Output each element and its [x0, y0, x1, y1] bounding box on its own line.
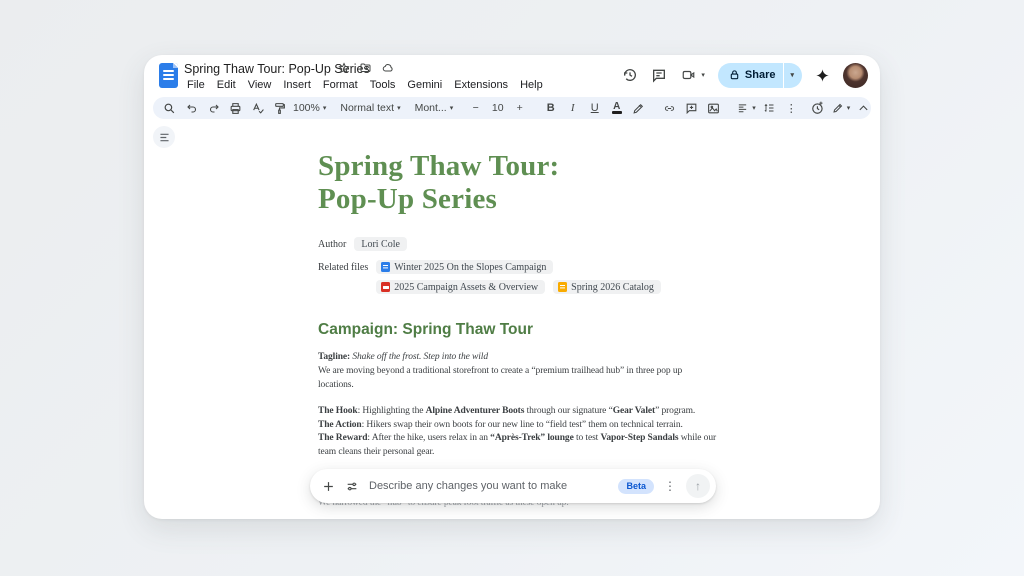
menu-view[interactable]: View [242, 78, 278, 92]
reward-line: The Reward: After the hike, users relax … [318, 432, 720, 459]
gemini-prompt-bar[interactable]: Beta ⋮ ↑ [310, 469, 716, 503]
italic-button[interactable]: I [564, 99, 581, 117]
schedule-clock-plus-icon[interactable] [810, 99, 827, 117]
style-caret-icon: ▾ [397, 104, 401, 112]
editing-mode-caret-icon: ▾ [847, 104, 851, 112]
file-yellow-icon [558, 282, 567, 292]
menu-insert[interactable]: Insert [277, 78, 317, 92]
desktop-background: { "colors": { "accent_blue": "#2b7de9", … [0, 0, 1024, 576]
add-comment-icon[interactable] [683, 99, 700, 117]
related-file-chip[interactable]: 2025 Campaign Assets & Overview [376, 280, 545, 294]
paint-format-icon[interactable] [271, 99, 288, 117]
prompt-add-icon[interactable] [322, 480, 335, 493]
increase-font-size-button[interactable]: + [511, 99, 528, 117]
related-file-name: Winter 2025 On the Slopes Campaign [394, 262, 546, 273]
docs-file-blue-icon [381, 262, 390, 272]
action-line: The Action: Hikers swap their own boots … [318, 419, 720, 433]
intro-paragraph: We are moving beyond a traditional store… [318, 365, 720, 392]
outline-list-icon [159, 133, 170, 142]
tagline-paragraph: Tagline: Shake off the frost. Step into … [318, 351, 720, 365]
align-select[interactable]: ▾ [736, 103, 756, 114]
doc-title-line2: Pop-Up Series [318, 183, 720, 216]
share-dropdown[interactable]: ▾ [783, 63, 802, 88]
align-caret-icon: ▾ [752, 104, 756, 112]
tagline-label: Tagline: [318, 352, 350, 362]
hook-line: The Hook: Highlighting the Alpine Advent… [318, 405, 720, 419]
gemini-sparkle-icon[interactable] [815, 68, 830, 83]
menu-format[interactable]: Format [317, 78, 364, 92]
print-icon[interactable] [227, 99, 244, 117]
star-icon[interactable] [338, 62, 350, 74]
comments-icon[interactable] [651, 67, 667, 83]
google-docs-window: Spring Thaw Tour: Pop-Up Series File Edi… [144, 55, 880, 519]
doc-heading-title: Spring Thaw Tour: Pop-Up Series [318, 150, 720, 216]
related-file-chip[interactable]: Spring 2026 Catalog [553, 280, 661, 294]
prompt-send-button[interactable]: ↑ [686, 474, 710, 498]
font-family-select[interactable]: Mont... ▾ [415, 102, 454, 114]
menu-help[interactable]: Help [514, 78, 549, 92]
line-spacing-icon[interactable] [761, 99, 778, 117]
redo-icon[interactable] [205, 99, 222, 117]
highlight-color-icon[interactable] [630, 99, 647, 117]
decrease-font-size-button[interactable]: − [467, 99, 484, 117]
paragraph-style-select[interactable]: Normal text ▾ [340, 102, 400, 114]
prompt-more-icon[interactable]: ⋮ [664, 479, 676, 493]
zoom-caret-icon: ▾ [323, 104, 327, 112]
insert-link-icon[interactable] [661, 99, 678, 117]
collapse-menus-icon[interactable] [855, 99, 872, 117]
version-history-icon[interactable] [622, 67, 638, 83]
undo-icon[interactable] [183, 99, 200, 117]
underline-button[interactable]: U [586, 99, 603, 117]
font-caret-icon: ▾ [450, 104, 454, 112]
video-call-caret-icon[interactable]: ▾ [701, 71, 705, 79]
file-red-icon [381, 282, 390, 292]
share-button[interactable]: Share ▾ [718, 63, 802, 88]
align-left-icon [736, 103, 749, 114]
tagline-text: Shake off the frost. Step into the wild [350, 352, 488, 362]
toolbar-more-icon[interactable]: ⋮ [783, 99, 800, 117]
editing-mode-select[interactable]: ▾ [832, 102, 851, 114]
text-color-button[interactable]: A [608, 99, 625, 117]
related-file-name: Spring 2026 Catalog [571, 282, 654, 293]
menu-extensions[interactable]: Extensions [448, 78, 514, 92]
font-family-value: Mont... [415, 102, 447, 114]
account-avatar[interactable] [843, 63, 868, 88]
spell-check-icon[interactable] [249, 99, 266, 117]
beta-badge: Beta [618, 479, 654, 494]
document-outline-button[interactable] [153, 126, 175, 148]
share-button-label: Share [745, 69, 776, 81]
menu-bar: File Edit View Insert Format Tools Gemin… [181, 78, 549, 92]
campaign-heading: Campaign: Spring Thaw Tour [318, 321, 720, 339]
hook-action-reward-block: The Hook: Highlighting the Alpine Advent… [318, 405, 720, 459]
menu-edit[interactable]: Edit [211, 78, 242, 92]
formatting-toolbar: 100% ▾ Normal text ▾ Mont... ▾ − 10 + B … [153, 97, 871, 119]
cloud-saved-icon[interactable] [381, 62, 395, 74]
zoom-select[interactable]: 100% ▾ [293, 102, 326, 114]
author-label: Author [318, 237, 346, 250]
related-file-name: 2025 Campaign Assets & Overview [394, 282, 538, 293]
related-files-label: Related files [318, 260, 368, 273]
text-color-glyph: A [613, 102, 620, 111]
zoom-value: 100% [293, 102, 320, 114]
lock-icon [729, 69, 740, 81]
menu-gemini[interactable]: Gemini [401, 78, 448, 92]
menu-file[interactable]: File [181, 78, 211, 92]
font-size-value[interactable]: 10 [489, 99, 506, 117]
prompt-tune-icon[interactable] [345, 480, 359, 493]
author-chip[interactable]: Lori Cole [354, 237, 407, 251]
video-call-button[interactable]: ▾ [680, 68, 705, 82]
document-canvas[interactable]: Spring Thaw Tour: Pop-Up Series Author L… [318, 117, 720, 502]
titlebar: Spring Thaw Tour: Pop-Up Series File Edi… [144, 55, 880, 95]
related-file-chip[interactable]: Winter 2025 On the Slopes Campaign [376, 260, 553, 274]
editing-pencil-icon [832, 102, 844, 114]
menu-tools[interactable]: Tools [364, 78, 402, 92]
move-to-folder-icon[interactable] [359, 62, 372, 74]
insert-image-icon[interactable] [705, 99, 722, 117]
doc-title-line1: Spring Thaw Tour: [318, 150, 720, 183]
search-menus-icon[interactable] [161, 99, 178, 117]
paragraph-style-value: Normal text [340, 102, 394, 114]
bold-button[interactable]: B [542, 99, 559, 117]
google-docs-logo-icon[interactable] [159, 63, 178, 88]
prompt-input[interactable] [369, 480, 608, 492]
